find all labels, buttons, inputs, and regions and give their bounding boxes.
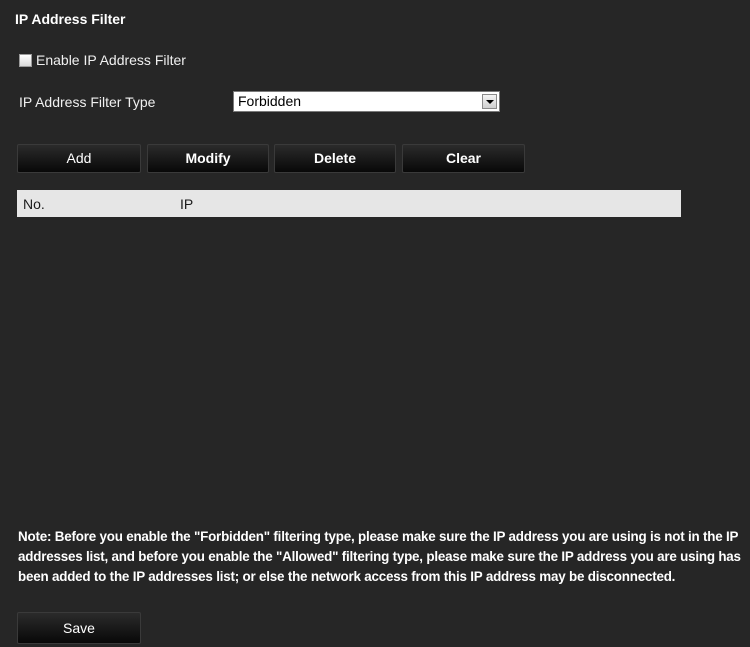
- enable-filter-label[interactable]: Enable IP Address Filter: [36, 52, 186, 68]
- add-button[interactable]: Add: [17, 144, 141, 173]
- chevron-down-icon[interactable]: [482, 94, 497, 109]
- filter-type-value: Forbidden: [238, 93, 302, 109]
- enable-filter-checkbox[interactable]: [19, 53, 32, 67]
- filter-note: Note: Before you enable the "Forbidden" …: [18, 529, 741, 584]
- column-header-ip: IP: [180, 196, 194, 212]
- delete-button[interactable]: Delete: [274, 144, 396, 173]
- page-title: IP Address Filter: [15, 11, 126, 27]
- filter-type-select[interactable]: Forbidden: [233, 91, 500, 112]
- clear-button[interactable]: Clear: [402, 144, 525, 173]
- modify-button[interactable]: Modify: [147, 144, 269, 173]
- filter-type-label: IP Address Filter Type: [19, 94, 156, 110]
- ip-address-filter-page: IP Address Filter Enable IP Address Filt…: [0, 0, 750, 647]
- ip-table-header: No. IP: [17, 190, 681, 217]
- save-button[interactable]: Save: [17, 612, 141, 644]
- column-header-no: No.: [23, 196, 45, 212]
- enable-filter-row[interactable]: Enable IP Address Filter: [19, 52, 186, 68]
